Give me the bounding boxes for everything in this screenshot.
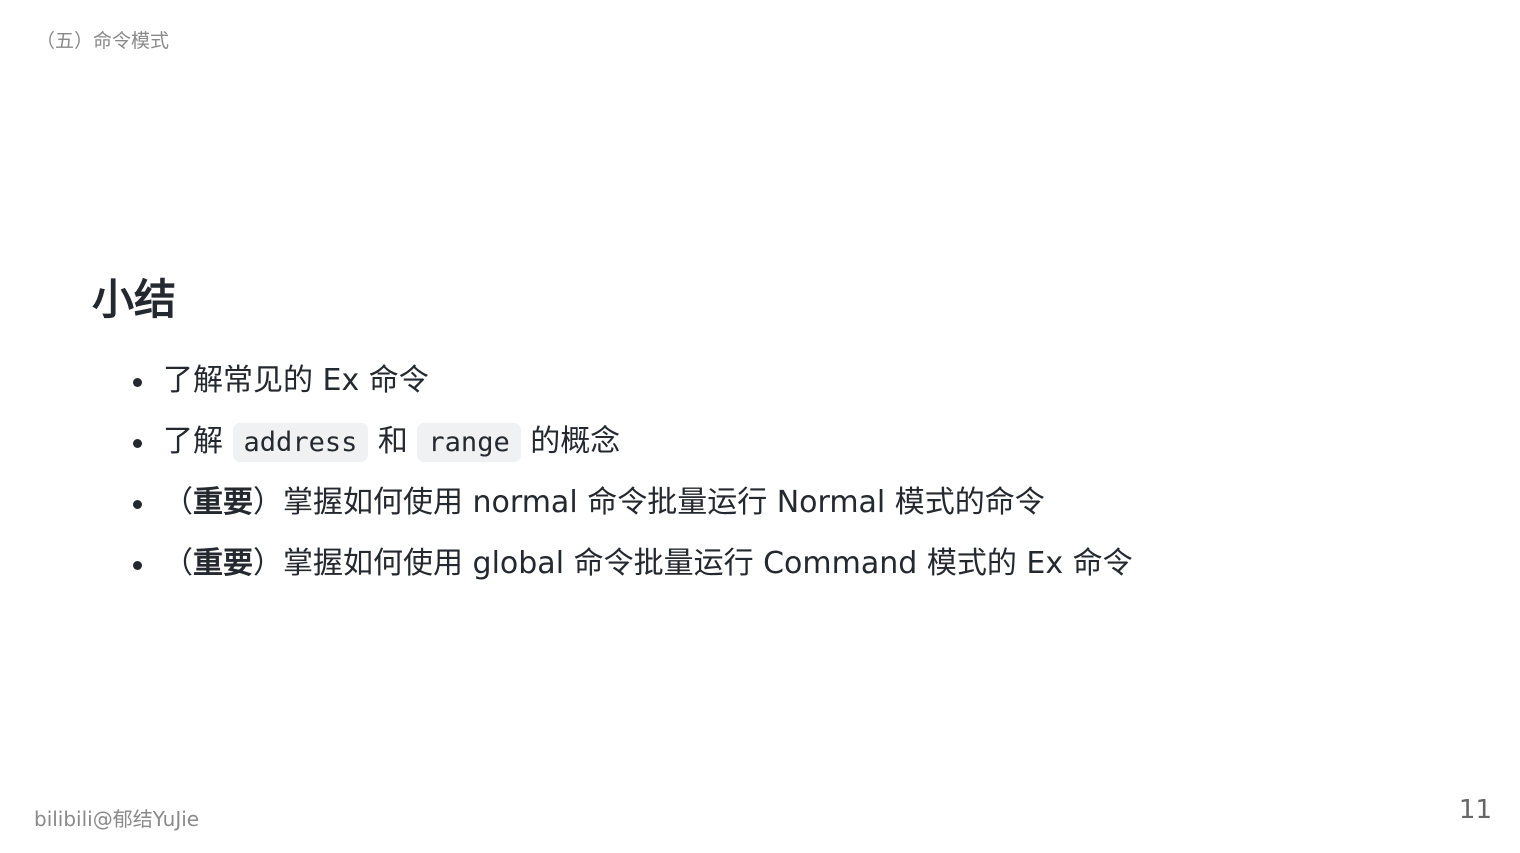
item-text: 掌握如何使用 normal 命令批量运行 Normal 模式的命令 <box>283 485 1045 520</box>
list-item: 了解常见的 Ex 命令 <box>130 352 1133 413</box>
paren-open: （ <box>163 546 193 581</box>
paren-close: ） <box>253 546 283 581</box>
item-text: 掌握如何使用 global 命令批量运行 Command 模式的 Ex 命令 <box>283 546 1133 581</box>
paren-open: （ <box>163 485 193 520</box>
item-text: 的概念 <box>520 424 621 459</box>
important-label: 重要 <box>193 485 253 520</box>
item-text: 了解常见的 Ex 命令 <box>163 363 429 398</box>
page-number: 11 <box>1458 795 1492 825</box>
list-item: （重要）掌握如何使用 global 命令批量运行 Command 模式的 Ex … <box>130 535 1133 596</box>
slide-title: 小结 <box>92 275 177 324</box>
item-text: 和 <box>368 424 418 459</box>
author-footer: bilibili@郁结YuJie <box>34 807 200 831</box>
list-item: （重要）掌握如何使用 normal 命令批量运行 Normal 模式的命令 <box>130 474 1133 535</box>
important-label: 重要 <box>193 546 253 581</box>
item-text: 了解 <box>163 424 233 459</box>
paren-close: ） <box>253 485 283 520</box>
list-item: 了解 address 和 range 的概念 <box>130 413 1133 474</box>
inline-code-range: range <box>417 423 521 462</box>
section-header: （五）命令模式 <box>36 30 170 52</box>
summary-list: 了解常见的 Ex 命令 了解 address 和 range 的概念 （重要）掌… <box>130 352 1133 596</box>
inline-code-address: address <box>232 423 369 462</box>
